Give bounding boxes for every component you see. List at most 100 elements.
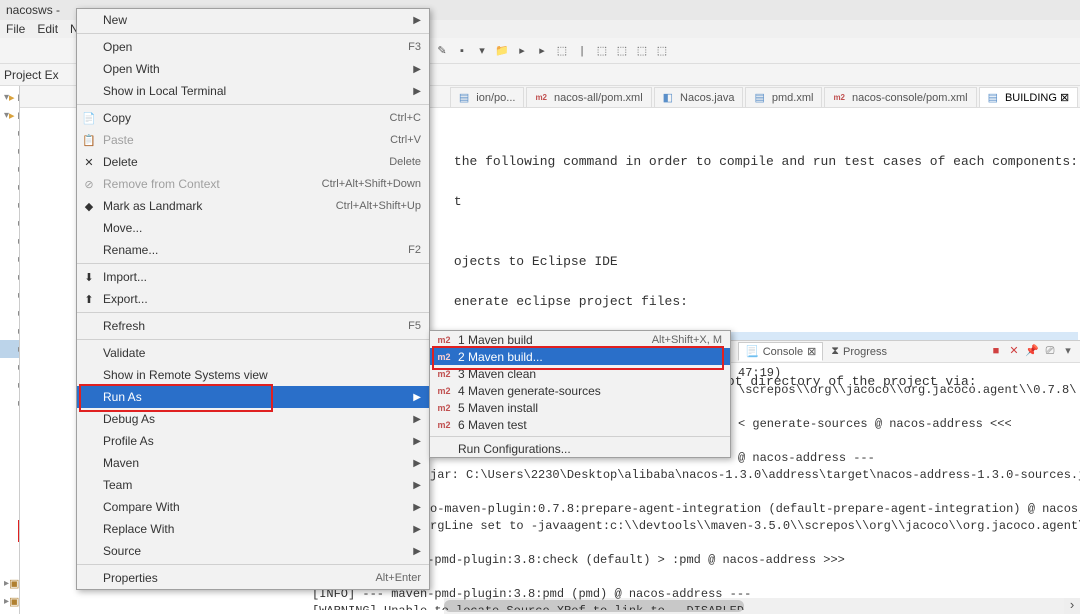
tab-progress[interactable]: ⧗ Progress (825, 342, 893, 361)
tree-item-NOTI[interactable]: ▤NOTI (0, 502, 19, 520)
editor-tab-nacos-console/pom.xml[interactable]: nacos-console/pom.xml (824, 87, 976, 107)
toolbar-icon[interactable]: ⬚ (634, 43, 650, 59)
stop-icon[interactable]: ■ (988, 343, 1004, 359)
tree-item-README.md[interactable]: ▤README.md (0, 538, 19, 556)
menu-label: Import... (103, 270, 421, 284)
tree-item-CON[interactable]: ▤CON (0, 466, 19, 484)
pin-icon[interactable]: 📌 (1024, 343, 1040, 359)
submenu-item-run-configurations-[interactable]: Run Configurations... (430, 440, 730, 457)
run-as-submenu[interactable]: m21 Maven buildAlt+Shift+X, Mm22 Maven b… (429, 330, 731, 458)
menu-shortcut: Ctrl+V (390, 134, 421, 146)
tree-item-CODI[interactable]: ▤CODI (0, 448, 19, 466)
editor-tab-pmd.xml[interactable]: pmd.xml (745, 87, 822, 107)
remove-icon[interactable]: ✕ (1006, 343, 1022, 359)
tree-item-doc[interactable]: ▸▸doc (0, 304, 19, 322)
toolbar-icon[interactable]: ▸ (534, 43, 550, 59)
toolbar-icon[interactable]: ⬚ (654, 43, 670, 59)
tree-item-core[interactable]: ▸▸core (0, 268, 19, 286)
menu-item-open[interactable]: OpenF3 (77, 36, 429, 58)
submenu-item-6-maven-test[interactable]: m26 Maven test (430, 416, 730, 433)
tree-item-addre[interactable]: ▸▸addre (0, 124, 19, 142)
menu-item-delete[interactable]: ✕DeleteDelete (77, 151, 429, 173)
menu-item-rename-[interactable]: Rename...F2 (77, 239, 429, 261)
menu-item-profile-as[interactable]: Profile As▶ (77, 430, 429, 452)
submenu-item-1-maven-build[interactable]: m21 Maven buildAlt+Shift+X, M (430, 331, 730, 348)
menu-item-open-with[interactable]: Open With▶ (77, 58, 429, 80)
tree-item-nacos-a[interactable]: ▾▸nacos-a (0, 88, 19, 106)
tree-item-nacos-client[interactable]: ▸▣nacos-client (0, 592, 19, 610)
menu-item-validate[interactable]: Validate (77, 342, 429, 364)
menu-item-properties[interactable]: PropertiesAlt+Enter (77, 567, 429, 589)
toolbar-icon[interactable]: ⬚ (554, 43, 570, 59)
menu-item-show-in-remote-systems-view[interactable]: Show in Remote Systems view (77, 364, 429, 386)
context-menu[interactable]: New▶ OpenF3Open With▶Show in Local Termin… (76, 8, 430, 590)
clear-icon[interactable]: ⎚ (1042, 343, 1058, 359)
menu-item-new[interactable]: New▶ (77, 9, 429, 31)
tree-item-comr[interactable]: ▸▸comr (0, 196, 19, 214)
submenu-item-3-maven-clean[interactable]: m23 Maven clean (430, 365, 730, 382)
submenu-item-2-maven-build-[interactable]: m22 Maven build... (430, 348, 730, 365)
tree-item-REPORTING-BUGS.md[interactable]: ▤REPORTING-BUGS.md (0, 556, 19, 574)
tree-item-cmdb[interactable]: ▸▸cmdb (0, 178, 19, 196)
toolbar-icon[interactable]: ▸ (514, 43, 530, 59)
project-explorer[interactable]: ▾▸nacos-a▾▸nacos-a▸▸addre▸▸api▸▸client▸▸… (0, 86, 20, 614)
tree-item-consi[interactable]: ▸▸consi (0, 232, 19, 250)
menu-item-compare-with[interactable]: Compare With▶ (77, 496, 429, 518)
tree-item-LICEI[interactable]: ▤LICEI (0, 484, 19, 502)
toolbar-icon[interactable]: ✎ (434, 43, 450, 59)
menu-shortcut: Ctrl+Alt+Shift+Down (322, 178, 421, 190)
menu-item-copy[interactable]: 📄CopyCtrl+C (77, 107, 429, 129)
tree-item-nami[interactable]: ▸▸nami (0, 358, 19, 376)
submenu-item-5-maven-install[interactable]: m25 Maven install (430, 399, 730, 416)
folder-icon: ▣ (9, 594, 19, 608)
menu-item-run-as[interactable]: Run As▶ (77, 386, 429, 408)
menu-item-refresh[interactable]: RefreshF5 (77, 315, 429, 337)
tree-item-test[interactable]: ▸▸test (0, 394, 19, 412)
editor-tab-nacos-all/pom.xml[interactable]: nacos-all/pom.xml (526, 87, 651, 107)
menu-icon: 📋 (81, 132, 97, 148)
menu-item-replace-with[interactable]: Replace With▶ (77, 518, 429, 540)
submenu-item-4-maven-generate-sources[interactable]: m24 Maven generate-sources (430, 382, 730, 399)
tree-item-pom.xml[interactable]: ▤pom.xml (0, 520, 19, 538)
menu-item-show-in-local-terminal[interactable]: Show in Local Terminal▶ (77, 80, 429, 102)
menu-item-maven[interactable]: Maven▶ (77, 452, 429, 474)
tree-item-confi[interactable]: ▸▸confi (0, 214, 19, 232)
toolbar-icon[interactable]: ⬚ (594, 43, 610, 59)
tree-item-exam[interactable]: ▸▸exam (0, 322, 19, 340)
tree-item-client[interactable]: ▸▸client (0, 160, 19, 178)
tree-item-nacos-api[interactable]: ▸▣nacos-api (0, 574, 19, 592)
menu-edit[interactable]: Edit (33, 20, 62, 38)
tree-item-nacos-a[interactable]: ▾▸nacos-a (0, 106, 19, 124)
editor-tab-Nacos.java[interactable]: Nacos.java (654, 87, 744, 107)
toolbar-icon[interactable]: ▪ (454, 43, 470, 59)
toolbar-icon[interactable]: 📁 (494, 43, 510, 59)
editor-tab-ion/po...[interactable]: ion/po... (450, 87, 525, 107)
menu-file[interactable]: File (2, 20, 29, 38)
menu-item-import-[interactable]: ⬇Import... (77, 266, 429, 288)
toolbar-icon[interactable]: ▾ (474, 43, 490, 59)
tree-item-istio[interactable]: ▸▸istio (0, 340, 19, 358)
options-icon[interactable]: ▾ (1060, 343, 1076, 359)
tree-item-conso[interactable]: ▸▸conso (0, 250, 19, 268)
menu-item-move-[interactable]: Move... (77, 217, 429, 239)
tree-item-api[interactable]: ▸▸api (0, 142, 19, 160)
menu-label: Delete (103, 155, 389, 169)
toolbar-icon[interactable]: | (574, 43, 590, 59)
menu-item-mark-as-landmark[interactable]: ◆Mark as LandmarkCtrl+Alt+Shift+Up (77, 195, 429, 217)
folder-icon: ▸ (9, 90, 15, 104)
menu-item-debug-as[interactable]: Debug As▶ (77, 408, 429, 430)
menu-shortcut: Delete (389, 156, 421, 168)
editor-tab-BUILDING ⊠[interactable]: BUILDING ⊠ (979, 87, 1079, 107)
menu-label: Profile As (103, 434, 421, 448)
toolbar-icon[interactable]: ⬚ (614, 43, 630, 59)
submenu-shortcut: Alt+Shift+X, M (652, 334, 722, 346)
tree-item-BUILI[interactable]: ▤BUILI (0, 412, 19, 430)
tree-item-CHA[interactable]: ▤CHA (0, 430, 19, 448)
menu-item-export-[interactable]: ⬆Export... (77, 288, 429, 310)
menu-item-source[interactable]: Source▶ (77, 540, 429, 562)
tree-item-style[interactable]: ▸▸style (0, 376, 19, 394)
tab-console[interactable]: 📃 Console ⊠ (738, 342, 823, 361)
tree-item-distri[interactable]: ▸▸distri (0, 286, 19, 304)
menu-item-team[interactable]: Team▶ (77, 474, 429, 496)
folder-icon: ▣ (9, 576, 19, 590)
